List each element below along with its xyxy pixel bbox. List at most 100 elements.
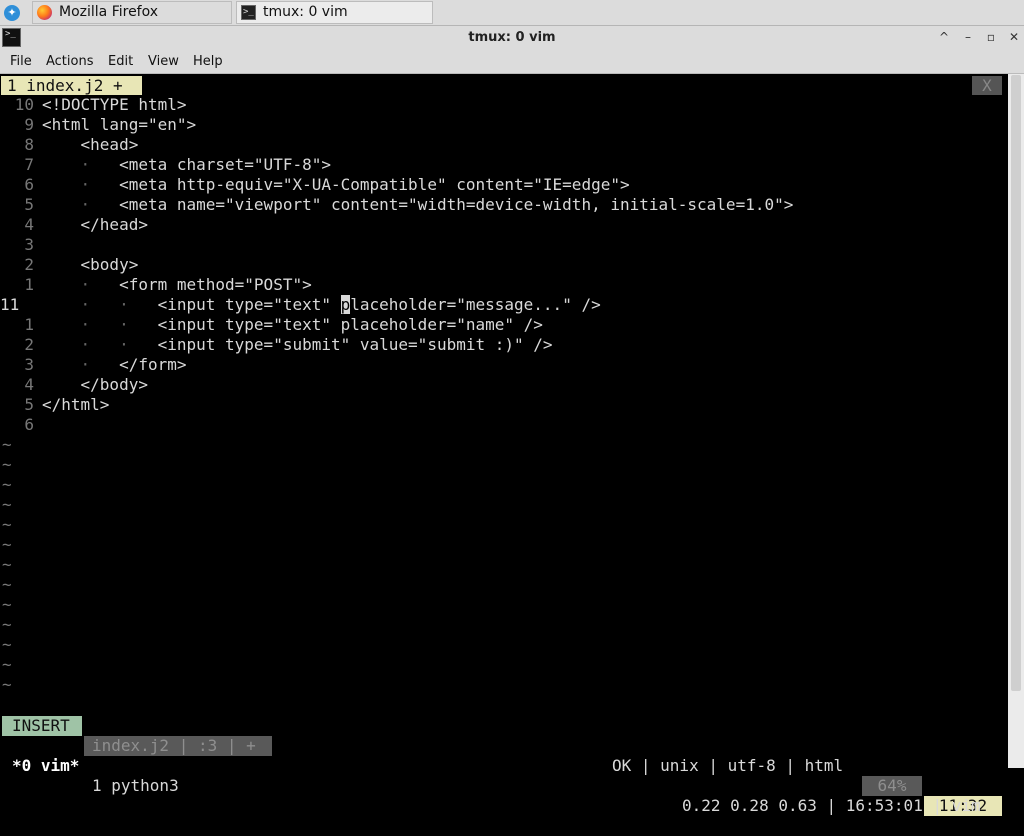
empty-buffer-line: ~ (2, 455, 12, 474)
terminal-area[interactable]: 1 index.j2 + X 10 <!DOCTYPE html> 9 <html l… (0, 74, 1024, 816)
terminal-icon: >_ (241, 5, 256, 20)
indent-guide: · (42, 355, 120, 374)
line-number: 8 (24, 135, 34, 154)
line-number: 2 (24, 335, 34, 354)
indent-guide: · (42, 175, 120, 194)
code-content: <meta name="viewport" content="width=dev… (119, 195, 794, 214)
indent-guide: · · (42, 335, 158, 354)
line-number: 4 (24, 375, 34, 394)
line-number: 6 (24, 415, 34, 434)
line-number: 3 (24, 355, 34, 374)
code-content: </body> (80, 375, 148, 394)
taskbar: ✦ Mozilla Firefox >_ tmux: 0 vim (0, 0, 1024, 26)
taskbar-item-terminal[interactable]: >_ tmux: 0 vim (236, 1, 433, 24)
menu-actions[interactable]: Actions (46, 54, 94, 69)
code-text: · <form method="POST"> (42, 275, 312, 295)
vim-scroll-percent: 64% (862, 776, 922, 796)
line-number: 4 (24, 215, 34, 234)
code-content: </form> (119, 355, 187, 374)
close-button[interactable]: ✕ (1006, 29, 1022, 45)
empty-buffer-line: ~ (2, 515, 12, 534)
vim-statusline: INSERT index.j2 | :3 | + OK | unix | utf… (0, 696, 1008, 816)
window-title: tmux: 0 vim (468, 30, 556, 45)
code-content: <body> (80, 255, 139, 274)
line-number: 3 (24, 235, 34, 254)
start-menu-icon[interactable]: ✦ (4, 5, 20, 21)
tmux-window[interactable]: 1 python3 (92, 776, 179, 796)
vim-tabline: 1 index.j2 + X (0, 75, 1008, 95)
code-text: · · <input type="text" placeholder="name… (42, 315, 543, 335)
code-text-before-cursor: <input type="text" (157, 295, 341, 314)
indent-guide: · (42, 195, 120, 214)
menu-view[interactable]: View (148, 54, 179, 69)
indent-guide (42, 375, 81, 394)
tmux-status-right: 0.22 0.28 0.63 | 16:53:01 | vim (682, 796, 981, 815)
code-content: </head> (80, 215, 148, 234)
line-number: 7 (24, 155, 34, 174)
menu-file[interactable]: File (10, 54, 32, 69)
code-text-after-cursor: laceholder="message..." /> (350, 295, 601, 314)
code-text: <head> (42, 135, 139, 155)
empty-buffer-line: ~ (2, 495, 12, 514)
indent-guide: · · (42, 315, 158, 334)
line-number: 5 (24, 195, 34, 214)
indent-guide (42, 255, 81, 274)
tmux-statusbar: *0 vim* 1 python3 0.22 0.28 0.63 | 16:53… (0, 736, 1008, 815)
code-text: · </form> (42, 355, 187, 375)
taskbar-item-firefox[interactable]: Mozilla Firefox (32, 1, 232, 24)
code-content: <input type="submit" value="submit :)" /… (157, 335, 553, 354)
vim-mode: INSERT (2, 716, 82, 736)
empty-buffer-line: ~ (2, 535, 12, 554)
line-number: 6 (24, 175, 34, 194)
line-number: 2 (24, 255, 34, 274)
empty-buffer-line: ~ (2, 595, 12, 614)
line-number: 9 (24, 115, 34, 134)
maximize-button[interactable]: ▫ (983, 29, 999, 45)
code-content: </html> (42, 395, 110, 414)
empty-buffer-line: ~ (2, 555, 12, 574)
window-titlebar: >_ tmux: 0 vim ^ – ▫ ✕ (0, 26, 1024, 50)
code-text: </body> (42, 375, 148, 395)
line-number: 10 (14, 95, 34, 114)
chevron-up-icon[interactable]: ^ (936, 29, 952, 45)
tmux-window-active[interactable]: *0 vim* (12, 756, 79, 776)
empty-buffer-line: ~ (2, 655, 12, 674)
menu-bar: File Actions Edit View Help (0, 50, 1024, 74)
scrollbar-thumb[interactable] (1011, 75, 1021, 691)
code-text: · · <input type="submit" value="submit :… (42, 335, 553, 355)
empty-buffer-line: ~ (2, 435, 12, 454)
vim-tab-close-button[interactable]: X (972, 76, 1002, 95)
empty-buffer-line: ~ (2, 615, 12, 634)
code-text: · <meta name="viewport" content="width=d… (42, 195, 794, 215)
empty-buffer-line: ~ (2, 675, 12, 694)
taskbar-item-label: Mozilla Firefox (59, 4, 159, 20)
line-number: 5 (24, 395, 34, 414)
code-content: <head> (80, 135, 139, 154)
code-content: <html lang="en"> (42, 115, 197, 134)
menu-help[interactable]: Help (193, 54, 223, 69)
code-text: · <meta charset="UTF-8"> (42, 155, 331, 175)
code-content: <meta http-equiv="X-UA-Compatible" conte… (119, 175, 630, 194)
indent-guide (42, 215, 81, 234)
menu-edit[interactable]: Edit (108, 54, 133, 69)
code-text: · · <input type="text" placeholder="mess… (42, 295, 601, 315)
indent-guide (42, 135, 81, 154)
minimize-button[interactable]: – (960, 29, 976, 45)
code-text: </head> (42, 215, 148, 235)
vim-tab-index[interactable]: 1 index.j2 + (1, 76, 142, 95)
taskbar-item-label: tmux: 0 vim (263, 4, 348, 20)
line-number: 11 (0, 295, 20, 314)
code-content: <!DOCTYPE html> (42, 95, 187, 114)
empty-buffer-line: ~ (2, 575, 12, 594)
code-text: </html> (42, 395, 109, 415)
indent-guide: · · (42, 295, 158, 314)
scrollbar[interactable] (1008, 74, 1024, 768)
code-text: <html lang="en"> (42, 115, 196, 135)
code-content: <input type="text" placeholder="name" /> (157, 315, 543, 334)
code-text: <body> (42, 255, 139, 275)
code-text: <!DOCTYPE html> (42, 95, 187, 115)
code-content: <form method="POST"> (119, 275, 312, 294)
firefox-icon (37, 5, 52, 20)
line-number: 1 (24, 315, 34, 334)
indent-guide: · (42, 275, 120, 294)
